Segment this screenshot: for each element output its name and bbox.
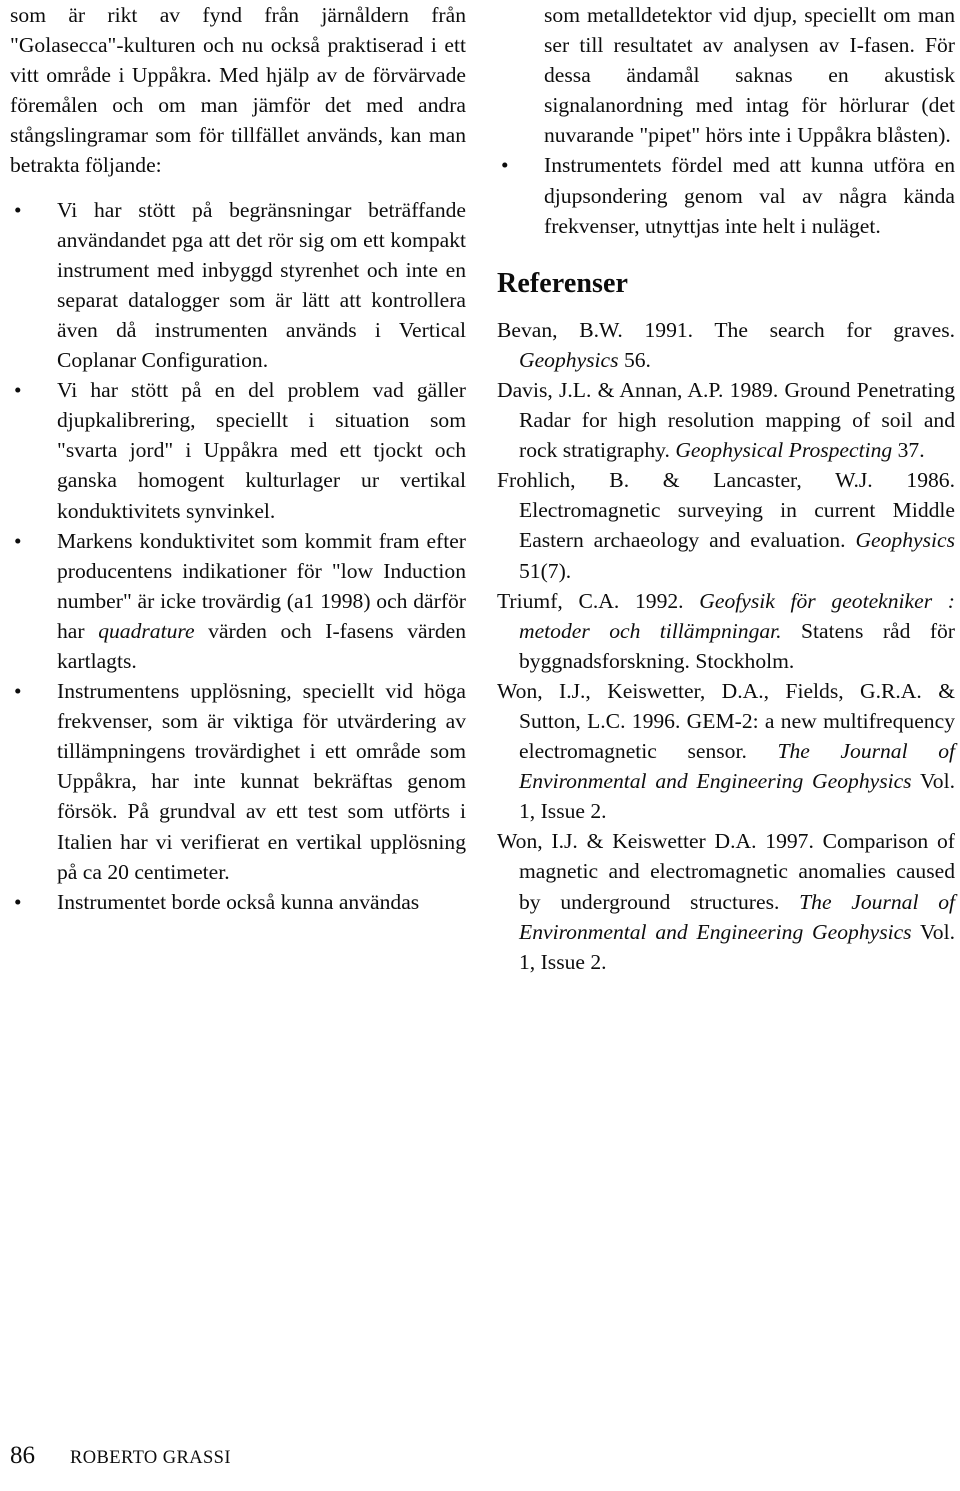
- document-page: som är rikt av fynd från järnåldern från…: [0, 0, 960, 1491]
- reference-journal-title: Geophysics: [855, 528, 955, 553]
- list-item: • Vi har stött på begränsningar beträffa…: [10, 195, 466, 376]
- right-bullet-list: • Instrumentets fördel med att kunna utf…: [497, 150, 955, 240]
- bullet-icon: •: [501, 153, 509, 178]
- list-item-text: Vi har stött på begränsningar beträffand…: [57, 197, 466, 373]
- left-bullet-list: • Vi har stött på begränsningar beträffa…: [10, 195, 466, 917]
- right-column: som metalldetektor vid djup, speciellt o…: [497, 0, 955, 977]
- heading-spacer: [497, 241, 955, 267]
- reference-text: Triumf, C.A. 1992.: [497, 588, 700, 613]
- list-item: • Instrumentets fördel med att kunna utf…: [497, 150, 955, 240]
- bullet-icon: •: [14, 889, 22, 914]
- reference-journal-title: Geophysics: [519, 347, 619, 372]
- continuation-paragraph: som metalldetektor vid djup, speciellt o…: [544, 3, 955, 148]
- reference-entry: Won, I.J., Keiswetter, D.A., Fields, G.R…: [497, 676, 955, 826]
- list-item: • Vi har stött på en del problem vad gäl…: [10, 375, 466, 525]
- list-item-text: Instrumentet borde också kunna användas: [57, 889, 420, 914]
- reference-text-tail: 37.: [892, 438, 925, 463]
- bullet-icon: •: [14, 378, 22, 403]
- references-list: Bevan, B.W. 1991. The search for graves.…: [497, 315, 955, 977]
- bullet-icon: •: [14, 679, 22, 704]
- bullet-icon: •: [14, 197, 22, 222]
- list-item: • Markens konduktivitet som kommit fram …: [10, 526, 466, 676]
- running-head: ROBERTO GRASSI: [70, 1448, 231, 1468]
- reference-entry: Davis, J.L. & Annan, A.P. 1989. Ground P…: [497, 375, 955, 465]
- list-item-text: Instrumentens upplösning, speciellt vid …: [57, 679, 466, 884]
- list-item-italic-term: quadrature: [98, 618, 195, 643]
- list-item-text: Vi har stött på en del problem vad gälle…: [57, 378, 466, 523]
- heading-spacer: [497, 301, 955, 315]
- page-number: 86: [10, 1442, 35, 1469]
- intro-paragraph: som är rikt av fynd från järnåldern från…: [10, 3, 466, 178]
- references-heading: Referenser: [497, 267, 629, 299]
- reference-entry: Triumf, C.A. 1992. Geofysik för geotekni…: [497, 586, 955, 676]
- reference-entry: Bevan, B.W. 1991. The search for graves.…: [497, 315, 955, 375]
- reference-text: Bevan, B.W. 1991. The search for graves.: [497, 317, 955, 342]
- list-item: • Instrumentens upplösning, speciellt vi…: [10, 676, 466, 887]
- reference-text-tail: 56.: [618, 347, 651, 372]
- reference-entry: Frohlich, B. & Lancaster, W.J. 1986. Ele…: [497, 465, 955, 585]
- reference-text-tail: 51(7).: [519, 558, 572, 583]
- list-item: • Instrumentet borde också kunna använda…: [10, 887, 466, 917]
- reference-entry: Won, I.J. & Keiswetter D.A. 1997. Compar…: [497, 826, 955, 976]
- bullet-icon: •: [14, 528, 22, 553]
- reference-journal-title: Geophysical Prospecting: [675, 438, 893, 463]
- list-item-text: Instrumentets fördel med att kunna utför…: [544, 153, 955, 238]
- page-footer: 86 ROBERTO GRASSI: [0, 1441, 960, 1473]
- left-column: som är rikt av fynd från järnåldern från…: [10, 0, 466, 917]
